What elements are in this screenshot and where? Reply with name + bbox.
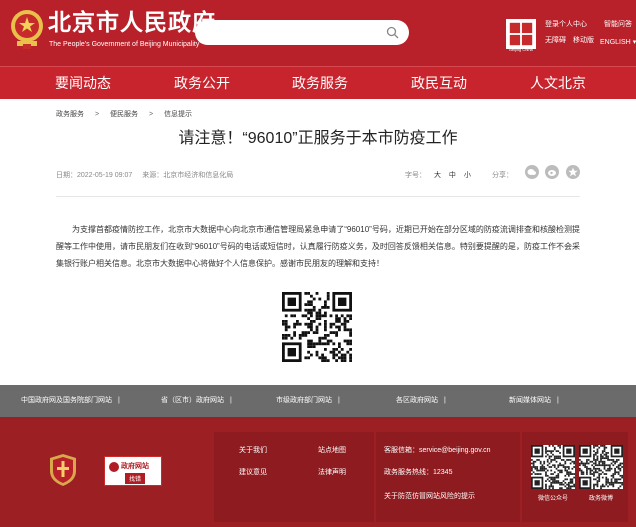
national-emblem-icon <box>11 10 43 49</box>
linkbar-item-municipal[interactable]: 市级政府部门网站 | <box>276 396 340 405</box>
report-error-top: 政府网站 <box>121 463 149 470</box>
article-body-text: 为支撑首都疫情防控工作，北京市大数据中心向北京市通信管理局紧急申请了“96010… <box>56 225 580 268</box>
font-size-large[interactable]: 大 <box>434 172 441 179</box>
related-sites-bar: 中国政府网及国务院部门网站 | 省（区市）政府网站 | 市级政府部门网站 | 各区政府… <box>0 385 636 417</box>
report-error-button[interactable]: 政府网站 找错 <box>104 456 162 486</box>
site-subtitle: The People's Government of Beijing Munic… <box>49 41 200 48</box>
party-emblem-icon[interactable] <box>48 453 78 487</box>
footer-security-notice[interactable]: 关于防范仿冒网站风险的提示 <box>384 492 475 501</box>
footer-qr-box: 微信公众号 政务微博 <box>522 432 628 522</box>
linkbar-item-state-council[interactable]: 中国政府网及国务院部门网站 | <box>21 396 120 405</box>
accessible-link[interactable]: 无障碍 <box>545 36 566 45</box>
wechat-qr-caption: 微信公众号 <box>537 496 568 502</box>
divider <box>56 196 580 197</box>
weibo-qrcode-icon <box>579 445 623 489</box>
share-label: 分享： <box>492 172 513 179</box>
share-weibo-icon[interactable] <box>545 165 559 179</box>
nav-item-interaction[interactable]: 政民互动 <box>411 75 467 92</box>
article-source: 来源：北京市经济和信息化局 <box>142 172 234 179</box>
font-size-label: 字号： <box>405 172 426 179</box>
footer-link-feedback[interactable]: 建议意见 <box>239 468 267 477</box>
linkbar-item-media[interactable]: 新闻媒体网站 | <box>509 396 559 405</box>
search-input[interactable] <box>195 20 409 45</box>
article-date: 日期：2022-05-19 09:07 <box>56 172 133 179</box>
report-badge-icon <box>109 462 119 472</box>
beijing-logo-caption: Beijing China <box>509 47 533 52</box>
linkbar-separator: | <box>444 397 446 404</box>
breadcrumb-item-services[interactable]: 政务服务 <box>56 111 84 118</box>
footer-hotline: 政务服务热线：12345 <box>384 469 453 476</box>
search-icon[interactable] <box>386 26 399 39</box>
linkbar-item-label: 市级政府部门网站 <box>276 397 332 404</box>
font-size-small[interactable]: 小 <box>464 172 471 179</box>
linkbar-separator: | <box>557 397 559 404</box>
assistant-link[interactable]: 智能问答 <box>604 20 632 29</box>
linkbar-item-label: 省（区市）政府网站 <box>161 397 224 404</box>
linkbar-item-provincial[interactable]: 省（区市）政府网站 | <box>161 396 232 405</box>
breadcrumb: 政务服务 > 便民服务 > 信息提示 <box>56 109 192 119</box>
site-header: 北京市人民政府 The People's Government of Beiji… <box>0 0 636 66</box>
breadcrumb-separator: > <box>94 111 100 118</box>
linkbar-item-district[interactable]: 各区政府网站 | <box>396 396 446 405</box>
english-label: ENGLISH <box>600 39 631 46</box>
site-footer: 政府网站 找错 关于我们 站点地图 建议意见 法律声明 客服信箱：service… <box>0 417 636 527</box>
article-meta: 日期：2022-05-19 09:07 来源：北京市经济和信息化局 <box>56 170 233 180</box>
mobile-link[interactable]: 移动版 <box>573 36 594 45</box>
site-title[interactable]: 北京市人民政府 <box>48 10 216 36</box>
login-link[interactable]: 登录个人中心 <box>545 20 587 29</box>
font-size-control: 字号： 大 中 小 <box>405 170 471 180</box>
footer-link-sitemap[interactable]: 站点地图 <box>318 446 346 455</box>
footer-links-box: 关于我们 站点地图 建议意见 法律声明 <box>214 432 374 522</box>
linkbar-separator: | <box>230 397 232 404</box>
nav-item-public-affairs[interactable]: 政务公开 <box>174 75 230 92</box>
report-error-bottom: 找错 <box>125 473 146 484</box>
capital-beijing-logo-icon[interactable] <box>506 19 536 49</box>
breadcrumb-item-notice[interactable]: 信息提示 <box>164 111 192 118</box>
footer-link-about[interactable]: 关于我们 <box>239 446 267 455</box>
weibo-qr-caption: 政务微博 <box>588 496 613 502</box>
linkbar-item-label: 中国政府网及国务院部门网站 <box>21 397 112 404</box>
share-wechat-icon[interactable] <box>525 165 539 179</box>
article-qrcode-icon <box>282 292 352 362</box>
linkbar-separator: | <box>338 397 340 404</box>
footer-email[interactable]: 客服信箱：service@beijing.gov.cn <box>384 446 491 455</box>
nav-item-news[interactable]: 要闻动态 <box>55 75 111 92</box>
article-area: 政务服务 > 便民服务 > 信息提示 请注意！“96010”正服务于本市防疫工作… <box>0 99 636 385</box>
footer-link-legal[interactable]: 法律声明 <box>318 468 346 477</box>
main-nav: 要闻动态 政务公开 政务服务 政民互动 人文北京 <box>0 66 636 99</box>
footer-contact-box: 客服信箱：service@beijing.gov.cn 政务服务热线：12345… <box>376 432 520 522</box>
english-link[interactable]: ENGLISH ▾ <box>600 38 636 47</box>
linkbar-item-label: 各区政府网站 <box>396 397 438 404</box>
share-favorite-icon[interactable] <box>566 165 580 179</box>
wechat-qrcode-icon <box>531 445 575 489</box>
font-size-medium[interactable]: 中 <box>449 172 456 179</box>
linkbar-item-label: 新闻媒体网站 <box>509 397 551 404</box>
article-title: 请注意！“96010”正服务于本市防疫工作 <box>178 130 458 147</box>
nav-item-services[interactable]: 政务服务 <box>292 75 348 92</box>
nav-item-culture[interactable]: 人文北京 <box>530 75 586 92</box>
breadcrumb-separator: > <box>148 111 154 118</box>
breadcrumb-item-convenience[interactable]: 便民服务 <box>110 111 138 118</box>
linkbar-separator: | <box>118 397 120 404</box>
article-body: 为支撑首都疫情防控工作，北京市大数据中心向北京市通信管理局紧急申请了“96010… <box>56 221 580 272</box>
